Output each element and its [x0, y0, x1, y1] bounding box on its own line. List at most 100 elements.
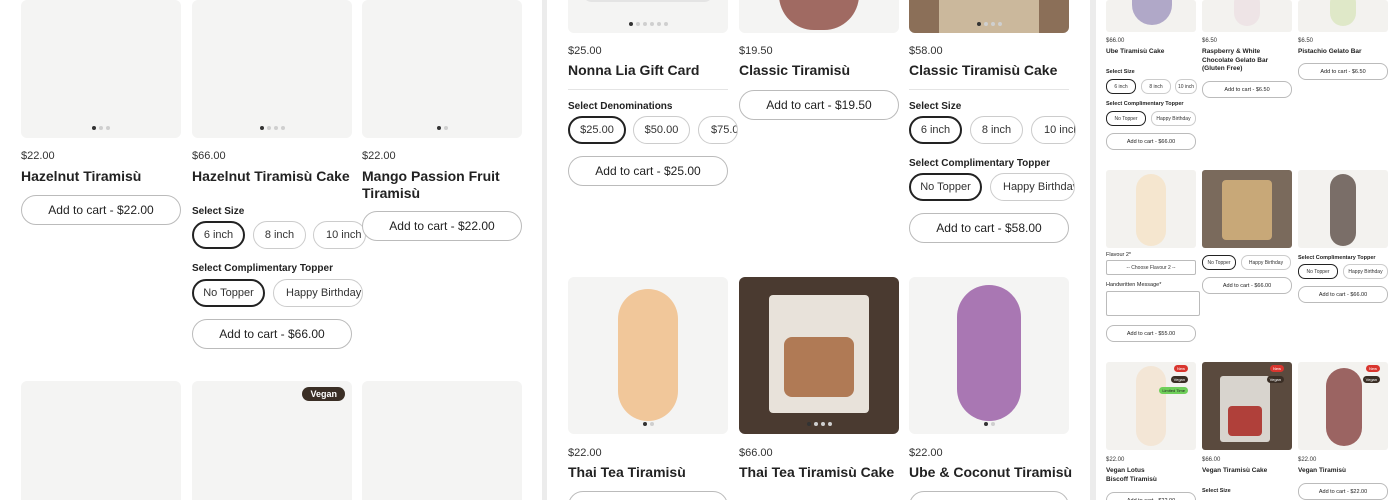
left-panel: $22.00 Hazelnut Tiramisù Add to cart - $… [0, 0, 540, 500]
topper-option[interactable]: Happy Birthday [1151, 111, 1196, 126]
carousel-dots[interactable] [909, 422, 1069, 426]
carousel-dots[interactable] [21, 126, 181, 130]
topper-option[interactable]: Happy Birthday [1241, 255, 1291, 270]
denomination-option[interactable]: $50.00 [633, 116, 690, 144]
product-image[interactable] [568, 277, 728, 434]
product-image[interactable]: New Vegan [1202, 362, 1292, 450]
add-to-cart-button[interactable]: Add to cart - $25.00 [568, 156, 728, 186]
add-to-cart-button[interactable]: Add to cart - $66.00 [1106, 133, 1196, 150]
carousel-dots[interactable] [362, 126, 522, 130]
denomination-label: Select Denominations [568, 101, 673, 112]
size-label: Select Size [1106, 69, 1135, 75]
add-to-cart-button[interactable]: Add to cart - $22.00 [1298, 483, 1388, 500]
topper-option[interactable]: No Topper [192, 279, 265, 307]
size-option[interactable]: 8 inch [1141, 79, 1171, 94]
add-to-cart-button[interactable] [568, 491, 728, 500]
product-image[interactable]: New Vegan Limited Time [1106, 362, 1196, 450]
carousel-dots[interactable] [192, 126, 352, 130]
product-title[interactable]: Hazelnut Tiramisù [21, 168, 141, 185]
product-image[interactable] [1202, 170, 1292, 248]
product-price: $22.00 [568, 447, 602, 459]
product-image[interactable] [568, 0, 728, 33]
add-to-cart-button[interactable]: Add to cart - $6.50 [1202, 81, 1292, 98]
product-image[interactable] [192, 0, 352, 138]
product-price: $19.50 [739, 45, 773, 57]
size-option[interactable]: 10 inch [313, 221, 366, 249]
topper-option[interactable]: Happy Birthday [1343, 264, 1388, 279]
topper-option[interactable]: No Topper [909, 173, 982, 201]
flavour-select[interactable]: -- Choose Flavour 2 -- [1106, 260, 1196, 275]
product-title[interactable]: Ube & Coconut Tiramisù [909, 464, 1072, 481]
product-image[interactable] [739, 277, 899, 434]
add-to-cart-button[interactable]: Add to cart - $22.00 [362, 211, 522, 241]
flavour-label: Flavour 2* [1106, 252, 1132, 258]
product-title[interactable]: Classic Tiramisù [739, 62, 850, 79]
carousel-dots[interactable] [568, 22, 728, 26]
product-image[interactable] [1106, 0, 1196, 32]
product-image[interactable] [1202, 0, 1292, 32]
carousel-dots[interactable] [739, 422, 899, 426]
product-image[interactable] [21, 0, 181, 138]
product-title[interactable]: Nonna Lia Gift Card [568, 62, 699, 79]
product-title[interactable]: Mango Passion Fruit Tiramisù [362, 168, 512, 202]
add-to-cart-button[interactable]: Add to cart - $19.50 [739, 90, 899, 120]
product-image[interactable] [21, 381, 181, 500]
message-input[interactable] [1106, 291, 1200, 316]
topper-option[interactable]: Happy Birthday [273, 279, 363, 307]
size-option[interactable]: 6 inch [1106, 79, 1136, 94]
product-image[interactable] [909, 0, 1069, 33]
size-option[interactable]: 6 inch [192, 221, 245, 249]
carousel-dots[interactable] [568, 422, 728, 426]
new-badge: New [1269, 365, 1284, 372]
product-title[interactable]: Classic Tiramisù Cake [909, 62, 1057, 79]
vegan-badge: Vegan [1266, 376, 1284, 383]
add-to-cart-button[interactable]: Add to cart - $55.00 [1106, 325, 1196, 342]
carousel-dots[interactable] [909, 22, 1069, 26]
add-to-cart-button[interactable]: Add to cart - $66.00 [1298, 286, 1388, 303]
product-image[interactable]: Vegan [192, 381, 352, 500]
product-image[interactable]: New Vegan [1298, 362, 1388, 450]
add-to-cart-button[interactable]: Add to cart - $66.00 [1202, 277, 1292, 294]
product-title[interactable]: Thai Tea Tiramisù Cake [739, 464, 894, 481]
product-title[interactable]: Ube Tiramisù Cake [1106, 48, 1164, 57]
size-option[interactable]: 10 inch [1175, 79, 1197, 94]
topper-option[interactable]: No Topper [1106, 111, 1146, 126]
topper-option[interactable]: No Topper [1298, 264, 1338, 279]
message-label: Handwritten Message* [1106, 282, 1162, 288]
product-title[interactable]: Hazelnut Tiramisù Cake [192, 168, 350, 185]
size-label: Select Size [909, 101, 962, 112]
add-to-cart-button[interactable]: Add to cart - $22.00 [1106, 492, 1196, 500]
add-to-cart-button[interactable] [909, 491, 1069, 500]
add-to-cart-button[interactable]: Add to cart - $58.00 [909, 213, 1069, 243]
denomination-option[interactable]: $75.00 [698, 116, 738, 144]
limited-badge: Limited Time [1159, 387, 1188, 394]
add-to-cart-button[interactable]: Add to cart - $22.00 [21, 195, 181, 225]
new-badge: New [1365, 365, 1380, 372]
product-title[interactable]: Pistachio Gelato Bar [1298, 48, 1362, 57]
size-option[interactable]: 8 inch [970, 116, 1023, 144]
add-to-cart-button[interactable]: Add to cart - $66.00 [192, 319, 352, 349]
product-title[interactable]: Thai Tea Tiramisù [568, 464, 686, 481]
product-image[interactable] [909, 277, 1069, 434]
topper-option[interactable]: No Topper [1202, 255, 1236, 270]
topper-label: Select Complimentary Topper [1298, 255, 1376, 261]
product-image[interactable] [362, 381, 522, 500]
add-to-cart-button[interactable]: Add to cart - $6.50 [1298, 63, 1388, 80]
product-image[interactable] [1298, 0, 1388, 32]
product-title[interactable]: Vegan Tiramisù [1298, 467, 1346, 476]
product-title[interactable]: Vegan Tiramisù Cake [1202, 467, 1267, 476]
size-option[interactable]: 8 inch [253, 221, 306, 249]
topper-option[interactable]: Happy Birthday [990, 173, 1075, 201]
product-price: $66.00 [1106, 38, 1125, 44]
size-option[interactable]: 10 inch [1031, 116, 1076, 144]
size-option[interactable]: 6 inch [909, 116, 962, 144]
product-title[interactable]: Vegan Lotus Biscoff Tiramisù [1106, 467, 1166, 484]
product-image[interactable] [1106, 170, 1196, 248]
product-image[interactable] [739, 0, 899, 33]
product-title[interactable]: Raspberry & White Chocolate Gelato Bar (… [1202, 48, 1282, 74]
product-image[interactable] [1298, 170, 1388, 248]
product-price: $22.00 [362, 150, 396, 162]
denomination-option[interactable]: $25.00 [568, 116, 626, 144]
product-price: $22.00 [21, 150, 55, 162]
product-image[interactable] [362, 0, 522, 138]
